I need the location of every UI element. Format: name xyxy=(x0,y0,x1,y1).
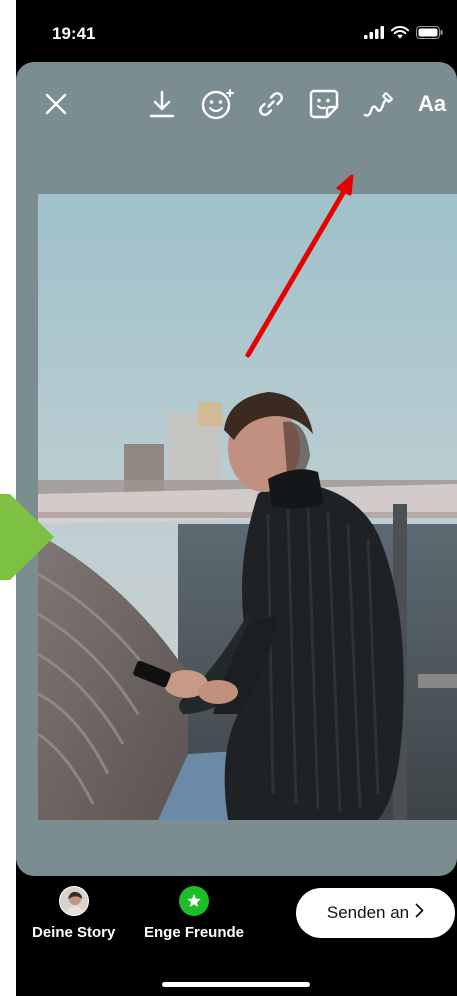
phone-screen: 19:41 Aa Deine Story Enge Freunde Senden… xyxy=(16,0,457,996)
annotation-pointer-arrow xyxy=(0,494,54,580)
annotation-arrow xyxy=(245,174,354,358)
